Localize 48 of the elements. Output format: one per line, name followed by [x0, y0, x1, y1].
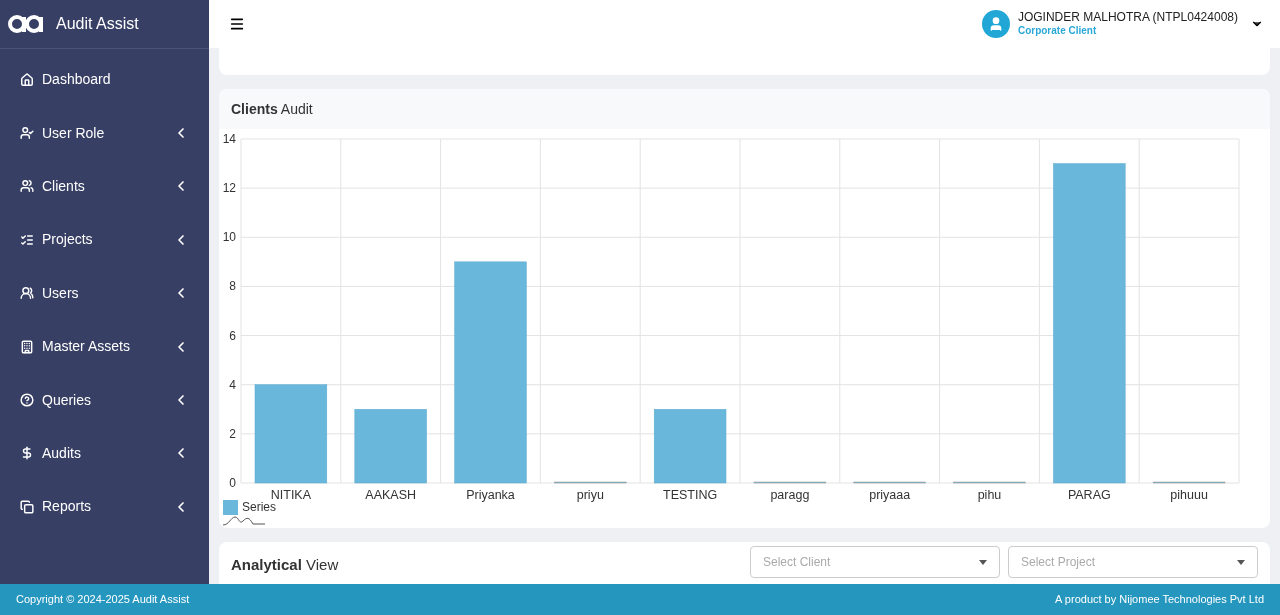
people-icon	[20, 179, 34, 194]
brand-name: Audit Assist	[56, 14, 139, 34]
logo-icon	[8, 14, 44, 34]
y-tick-label: 12	[222, 181, 236, 196]
y-tick-label: 0	[229, 476, 236, 490]
sidebar-item[interactable]: Queries	[0, 373, 209, 427]
x-tick-label: AAKASH	[365, 488, 417, 502]
y-tick-label: 14	[222, 132, 236, 146]
copy-icon	[20, 499, 34, 514]
x-tick-label: priyu	[576, 488, 604, 502]
avatar-icon	[981, 10, 1010, 38]
x-tick-label: PARAG	[1067, 488, 1111, 502]
card-title: Analytical View	[231, 555, 339, 575]
x-tick-label: Priyanka	[466, 488, 515, 502]
x-tick-label: pihuuu	[1170, 488, 1208, 502]
legend-label: Series	[242, 499, 276, 516]
x-tick-label: priyaaa	[869, 488, 911, 502]
y-tick-label: 2	[229, 426, 236, 441]
sidebar-item[interactable]: Users	[0, 266, 209, 320]
user-icon	[20, 126, 34, 141]
sidebar-item[interactable]: Master Assets	[0, 319, 209, 374]
y-tick-label: 6	[229, 328, 236, 343]
house-icon	[20, 72, 34, 87]
x-tick-label: TESTING	[663, 488, 718, 502]
y-tick-label: 10	[222, 230, 236, 245]
building-icon	[20, 339, 34, 354]
dollar-icon	[20, 446, 34, 461]
sidebar-item[interactable]: User Role	[0, 106, 209, 160]
sidebar-item[interactable]: Audits	[0, 426, 209, 481]
sidebar-item[interactable]: Reports	[0, 480, 209, 534]
wave-icon	[223, 516, 265, 526]
sidebar-item[interactable]: Clients	[0, 159, 209, 214]
x-tick-label: paragg	[770, 488, 810, 502]
menu-icon	[229, 16, 245, 32]
people-icon	[20, 286, 34, 301]
sidebar-item[interactable]: Dashboard	[0, 53, 209, 107]
x-tick-label: NITIKA	[270, 488, 312, 502]
y-tick-label: 4	[229, 377, 236, 392]
y-tick-label: 8	[229, 279, 236, 294]
credit-text: A product by Nijomee Technologies Pvt Ltd	[1055, 592, 1264, 608]
sidebar-item[interactable]: Projects	[0, 213, 209, 267]
copyright-text: Copyright © 2024-2025 Audit Assist	[16, 592, 190, 608]
card-title: Clients Audit	[231, 99, 313, 119]
user-role: Corporate Client	[1017, 25, 1098, 38]
user-name: JOGINDER MALHOTRA (NTPL0424008)	[1017, 10, 1238, 26]
question-icon	[20, 393, 34, 408]
x-tick-label: pihu	[977, 488, 1002, 502]
list-icon	[20, 232, 34, 247]
